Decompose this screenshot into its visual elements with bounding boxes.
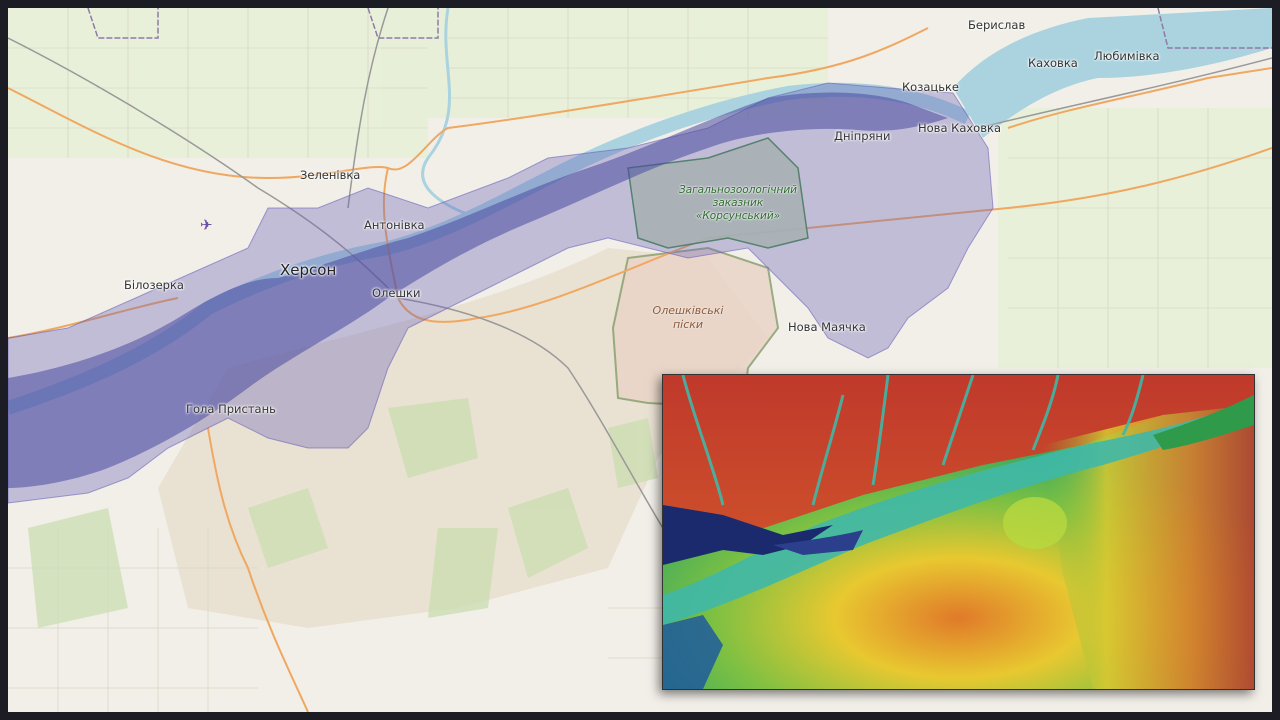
place-oleshky: Олешки xyxy=(372,286,421,300)
elevation-inset-image xyxy=(662,374,1255,690)
reserve-label-line1: Загальнозоологічний xyxy=(678,184,798,196)
place-dnipriany: Дніпряни xyxy=(834,129,891,143)
place-kakhovka: Каховка xyxy=(1028,56,1078,70)
reserve-label: Загальнозоологічний заказник «Корсунськи… xyxy=(668,184,808,223)
reserve-label-line3: «Корсунський» xyxy=(695,210,781,222)
reserve-label-line2: заказник xyxy=(712,197,764,209)
sands-label: Олешківські піски xyxy=(638,304,738,332)
place-hola-prystan: Гола Пристань xyxy=(186,402,276,416)
place-nova-maiachka: Нова Маячка xyxy=(788,320,866,334)
sands-label-line2: піски xyxy=(672,318,704,331)
place-nova-kakhovka: Нова Каховка xyxy=(918,121,1001,135)
place-liubymivka: Любимівка xyxy=(1094,49,1160,63)
sands-label-line1: Олешківські xyxy=(652,304,724,317)
place-kherson: Херсон xyxy=(280,261,337,279)
airplane-icon: ✈ xyxy=(200,216,213,234)
place-beryslav: Берислав xyxy=(968,18,1026,32)
place-antonivka: Антонівка xyxy=(364,218,425,232)
place-kozatske: Козацьке xyxy=(902,80,959,94)
place-zelenivka: Зеленівка xyxy=(300,168,361,182)
place-bilozerka: Білозерка xyxy=(124,278,184,292)
map-frame[interactable]: ✈ Берислав Каховка Любимівка Козацьке Но… xyxy=(8,8,1272,712)
